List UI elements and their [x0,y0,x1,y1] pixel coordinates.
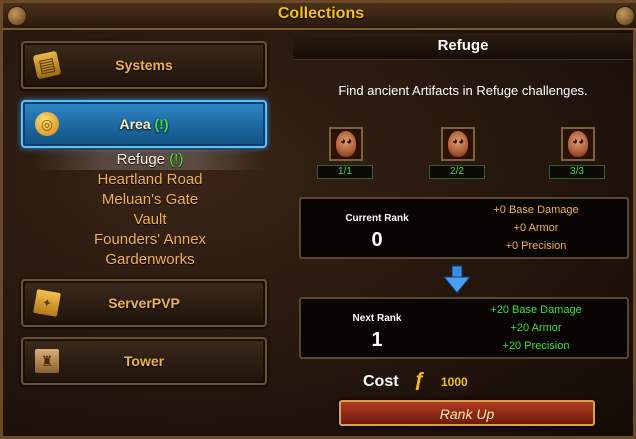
artifact-slot[interactable]: ◕◕ 1/1 [317,127,377,183]
category-label: Systems [115,57,173,73]
artifact-count: 3/3 [549,165,605,179]
current-rank-label: Current Rank [345,213,409,224]
collection-detail-panel: Refuge Find ancient Artifacts in Refuge … [293,33,633,438]
next-bonus-armor: +20 Armor [510,322,562,334]
artifact-slot[interactable]: ◕◕ 3/3 [549,127,609,183]
detail-title: Refuge [437,37,489,54]
window-title: Collections [277,5,365,22]
mask-icon: ◕◕ [336,131,356,157]
area-item-founders-annex[interactable]: Founders' Annex [35,230,265,250]
area-item-meluans-gate[interactable]: Meluan's Gate [35,190,265,210]
title-bar: Collections [3,3,636,30]
collections-window: Collections ▤ Systems ◎ Area (!) Refuge … [0,0,636,439]
rank-up-button[interactable]: Rank Up [339,400,595,426]
category-label: Area (!) [119,116,169,132]
artifact-count: 1/1 [317,165,373,179]
current-rank-value: 0 [371,229,383,251]
artifact-count: 2/2 [429,165,485,179]
next-rank-box: Next Rank 1 +20 Base Damage +20 Armor +2… [299,297,629,359]
category-systems-button[interactable]: ▤ Systems [21,41,267,89]
corner-ornament-icon [615,6,635,26]
detail-description: Find ancient Artifacts in Refuge challen… [338,83,588,98]
category-label: ServerPVP [108,295,180,311]
category-sidebar: ▤ Systems ◎ Area (!) Refuge (!) Heartlan… [13,33,275,433]
next-bonus-damage: +20 Base Damage [490,304,582,316]
next-bonus-precision: +20 Precision [502,340,570,352]
alert-badge: (!) [169,151,184,168]
next-rank-label: Next Rank [352,313,402,324]
cost-label: Cost [363,373,399,390]
next-rank-value: 1 [371,329,383,351]
cost-value: 1000 [441,375,468,389]
current-bonus-damage: +0 Base Damage [493,204,579,216]
current-rank-box: Current Rank 0 +0 Base Damage +0 Armor +… [299,197,629,259]
current-bonus-armor: +0 Armor [513,222,559,234]
gold-currency-icon: ƒ [414,369,426,391]
area-item-vault[interactable]: Vault [35,210,265,230]
area-item-refuge[interactable]: Refuge (!) [35,150,265,170]
area-item-heartland-road[interactable]: Heartland Road [35,170,265,190]
current-bonus-precision: +0 Precision [505,240,567,252]
mask-icon: ◕◕ [448,131,468,157]
arrow-down-icon [442,265,472,294]
artifact-slot[interactable]: ◕◕ 2/2 [429,127,489,183]
category-area-button[interactable]: ◎ Area (!) [21,100,267,148]
area-list: Refuge (!) Heartland Road Meluan's Gate … [35,150,265,270]
alert-badge: (!) [154,116,169,132]
category-tower-button[interactable]: ♜ Tower [21,337,267,385]
area-item-gardenworks[interactable]: Gardenworks [35,250,265,270]
rank-up-label: Rank Up [439,406,495,422]
category-label: Tower [123,353,165,369]
detail-header: Refuge [293,33,633,60]
mask-icon: ◕◕ [568,131,588,157]
category-serverpvp-button[interactable]: ✦ ServerPVP [21,279,267,327]
